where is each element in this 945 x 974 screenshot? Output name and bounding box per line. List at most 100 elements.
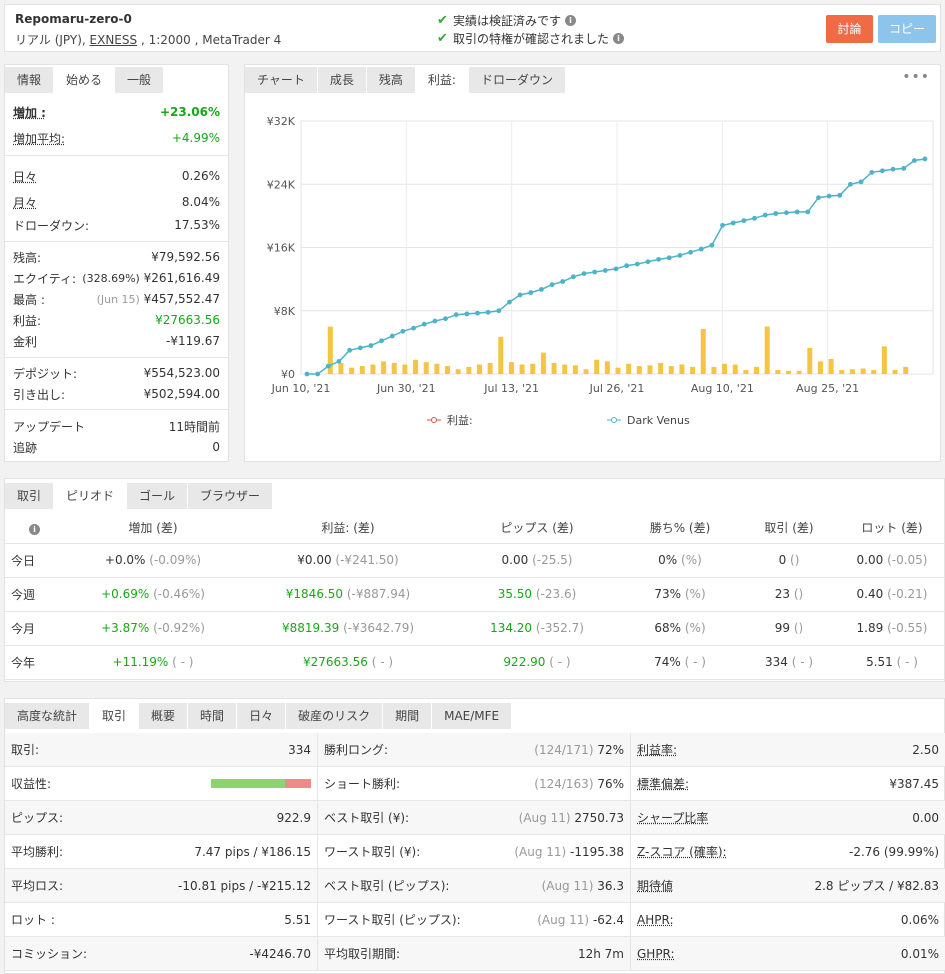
stat-value: 2.8 ピップス / ¥82.83 bbox=[814, 879, 939, 893]
chart-panel: ¥0 ¥8K ¥16K ¥24K ¥32K Jun 10, '21 Jun 30, '21 J… bbox=[244, 64, 941, 462]
stat-label[interactable]: AHPR: bbox=[637, 913, 673, 927]
profit-bar bbox=[423, 362, 429, 374]
tab-info[interactable]: 情報 bbox=[5, 67, 55, 93]
stat-withdrawals: 引き出し: ¥502,594.00 bbox=[13, 387, 220, 402]
growth-point bbox=[400, 328, 406, 334]
growth-point bbox=[560, 279, 566, 284]
stat-note: (124/163) bbox=[534, 776, 594, 791]
tab-chart[interactable]: チャート bbox=[245, 67, 318, 93]
info-icon[interactable]: i bbox=[613, 33, 625, 44]
profit-bar bbox=[903, 366, 909, 374]
profitability-bar bbox=[211, 778, 311, 788]
tab-advanced-5[interactable]: 破産のリスク bbox=[286, 703, 384, 729]
table-header: i 増加 (差) 利益: (差) ピップス (差) 勝ち% (差) 取引 (差)… bbox=[5, 513, 945, 544]
profit-bar bbox=[892, 370, 898, 374]
growth-point bbox=[645, 259, 651, 265]
copy-button[interactable]: コピー bbox=[878, 15, 936, 43]
more-dots-icon[interactable]: ••• bbox=[902, 69, 930, 85]
stat-label[interactable]: Z-スコア (確率): bbox=[637, 843, 727, 860]
tab-trades[interactable]: 取引 bbox=[5, 483, 55, 509]
cell-win: 68% (%) bbox=[621, 611, 739, 646]
cell-pips: 134.20 (-352.7) bbox=[453, 611, 621, 646]
stat-value-wrap: (124/171) 72% bbox=[534, 743, 624, 757]
stat-value: -1195.38 bbox=[570, 844, 624, 859]
profit-bar bbox=[754, 366, 760, 374]
stat-updated: アップデート 11時間前 bbox=[13, 419, 220, 434]
growth-point bbox=[347, 347, 353, 353]
cell-gain: +0.69% (-0.46%) bbox=[63, 577, 243, 612]
stat-label[interactable]: GHPR: bbox=[637, 947, 675, 961]
tab-advanced-6[interactable]: 期間 bbox=[383, 703, 433, 729]
tab-start[interactable]: 始める bbox=[54, 67, 116, 93]
legend-label-venus[interactable]: Dark Venus bbox=[627, 414, 690, 427]
profit-bar bbox=[743, 370, 749, 374]
profit-bar bbox=[551, 362, 557, 374]
growth-point bbox=[741, 218, 747, 224]
cell-win: 0% (%) bbox=[621, 543, 739, 578]
growth-point bbox=[901, 166, 907, 171]
profit-bar bbox=[871, 370, 877, 374]
cell-profit: ¥0.00 (-¥241.50) bbox=[243, 543, 453, 578]
tab-drawdown[interactable]: ドローダウン bbox=[468, 67, 566, 93]
stat-value-wrap: 12h 7m bbox=[578, 947, 624, 961]
tab-profit[interactable]: 利益: bbox=[415, 67, 469, 93]
advanced-col-trades: 取引: 334 収益性: ピップス: 922.9 平均勝利: 7.47 pips / ¥18… bbox=[5, 733, 318, 971]
growth-point bbox=[677, 253, 683, 258]
stat-abs-gain: 増加平均: +4.99% bbox=[13, 131, 220, 146]
tab-browser[interactable]: ブラウザー bbox=[188, 483, 274, 509]
stat-label[interactable]: 利益率: bbox=[637, 741, 677, 758]
profit-bar bbox=[690, 366, 696, 374]
tab-advanced-3[interactable]: 時間 bbox=[188, 703, 238, 729]
period-table: i 増加 (差) 利益: (差) ピップス (差) 勝ち% (差) 取引 (差)… bbox=[5, 513, 945, 680]
tab-advanced-7[interactable]: MAE/MFE bbox=[432, 703, 513, 729]
advanced-grid: 取引: 334 収益性: ピップス: 922.9 平均勝利: 7.47 pips / ¥18… bbox=[5, 733, 945, 971]
stat-value: 36.3 bbox=[597, 878, 624, 893]
stat-value: -62.4 bbox=[592, 912, 624, 927]
profit-bar bbox=[647, 365, 653, 374]
stat-label: ベスト取引 (ピップス): bbox=[324, 879, 450, 893]
tab-advanced-2[interactable]: 概要 bbox=[139, 703, 189, 729]
stat-cell: ショート勝利: (124/163) 76% bbox=[318, 767, 630, 801]
profitability-loss bbox=[285, 778, 311, 788]
growth-point bbox=[805, 209, 811, 215]
info-icon[interactable]: i bbox=[29, 523, 40, 535]
stat-value-wrap: 0.00 bbox=[912, 811, 939, 825]
tab-period[interactable]: ピリオド bbox=[54, 483, 128, 509]
stat-label[interactable]: 期待値 bbox=[637, 877, 673, 894]
stat-label[interactable]: 標準偏差: bbox=[637, 775, 689, 792]
stat-label[interactable]: シャープ比率 bbox=[637, 809, 708, 826]
stat-value-wrap: 5.51 bbox=[284, 913, 311, 927]
row-label: 今週 bbox=[5, 577, 63, 612]
growth-point bbox=[421, 321, 427, 327]
stat-cell: ピップス: 922.9 bbox=[5, 801, 317, 835]
stat-value-wrap: ¥387.45 bbox=[889, 777, 939, 791]
growth-point bbox=[485, 309, 491, 315]
stat-value-wrap: -¥4246.70 bbox=[249, 947, 311, 961]
tab-goals[interactable]: ゴール bbox=[127, 483, 189, 509]
cell-lots: 0.40 (-0.21) bbox=[839, 577, 945, 612]
stat-value-wrap: -10.81 pips / -¥215.12 bbox=[178, 879, 311, 893]
tab-growth[interactable]: 成長 bbox=[317, 67, 367, 93]
stat-label: 収益性: bbox=[11, 777, 52, 791]
discuss-button[interactable]: 討論 bbox=[826, 15, 873, 43]
growth-point bbox=[453, 312, 459, 318]
stat-note: (Aug 11) bbox=[537, 912, 590, 927]
growth-point bbox=[475, 310, 480, 316]
broker-link[interactable]: EXNESS bbox=[90, 33, 138, 47]
tab-general[interactable]: 一般 bbox=[115, 67, 165, 93]
period-tabs: 取引 ピリオド ゴール ブラウザー bbox=[5, 483, 274, 509]
check-icon: ✔ bbox=[437, 31, 448, 46]
x-tick-label: Jun 30, '21 bbox=[376, 382, 436, 395]
info-icon[interactable]: i bbox=[565, 15, 577, 26]
tab-advanced-0[interactable]: 高度な統計 bbox=[5, 703, 91, 729]
legend-label-profit[interactable]: 利益: bbox=[447, 413, 473, 427]
growth-point bbox=[379, 338, 384, 344]
growth-point bbox=[528, 290, 534, 295]
stat-cell: コミッション: -¥4246.70 bbox=[5, 937, 317, 971]
stats-tabs: 情報 始める 一般 bbox=[5, 67, 165, 93]
tab-advanced-1[interactable]: 取引 bbox=[90, 703, 140, 729]
growth-point bbox=[720, 222, 725, 228]
profit-bar bbox=[508, 362, 514, 374]
tab-balance[interactable]: 残高 bbox=[366, 67, 416, 93]
tab-advanced-4[interactable]: 日々 bbox=[237, 703, 287, 729]
